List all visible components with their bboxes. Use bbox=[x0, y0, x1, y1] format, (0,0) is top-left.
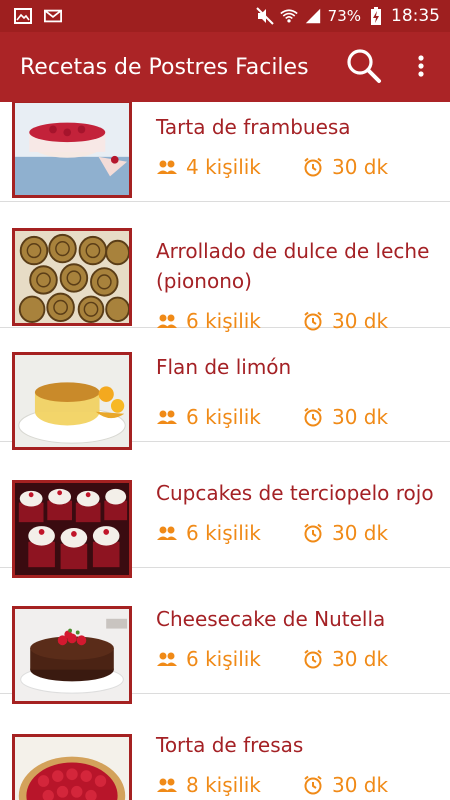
alarm-icon bbox=[302, 648, 324, 670]
servings-label: 8 kişilik bbox=[186, 773, 261, 797]
time-label: 30 dk bbox=[332, 521, 389, 545]
people-icon bbox=[156, 522, 178, 544]
prep-time: 30 dk bbox=[302, 647, 388, 671]
recipe-item[interactable]: Cupcakes de terciopelo rojo 6 kişilik 30… bbox=[0, 442, 450, 578]
recipe-item[interactable]: Cheesecake de Nutella 6 kişilik 30 dk bbox=[0, 568, 450, 704]
servings: 6 kişilik bbox=[156, 647, 261, 671]
people-icon bbox=[156, 406, 178, 428]
recipe-meta: 4 kişilik 30 dk bbox=[156, 152, 388, 182]
recipe-item[interactable]: Flan de limón 6 kişilik 30 dk bbox=[0, 328, 450, 450]
recipe-meta: 8 kişilik 30 dk bbox=[156, 770, 388, 800]
prep-time: 30 dk bbox=[302, 521, 388, 545]
time-label: 30 dk bbox=[332, 647, 389, 671]
more-vert-icon bbox=[417, 54, 425, 82]
search-icon bbox=[346, 48, 382, 88]
app-title: Recetas de Postres Faciles bbox=[20, 54, 309, 80]
recipe-meta: 6 kişilik 30 dk bbox=[156, 518, 388, 548]
time-label: 30 dk bbox=[332, 155, 389, 179]
wifi-icon bbox=[279, 8, 298, 24]
recipe-image bbox=[12, 352, 132, 450]
recipe-meta: 6 kişilik 30 dk bbox=[156, 402, 388, 432]
overflow-menu-button[interactable] bbox=[406, 48, 436, 88]
recipe-item[interactable]: Tarta de frambuesa 4 kişilik 30 dk bbox=[0, 102, 450, 202]
recipe-title: Cheesecake de Nutella bbox=[156, 607, 386, 631]
servings: 6 kişilik bbox=[156, 405, 261, 429]
servings-label: 6 kişilik bbox=[186, 647, 261, 671]
alarm-icon bbox=[302, 522, 324, 544]
people-icon bbox=[156, 774, 178, 796]
recipe-item[interactable]: Arrollado de dulce de leche (pionono) 6 … bbox=[0, 202, 450, 333]
prep-time: 30 dk bbox=[302, 773, 388, 797]
servings: 8 kişilik bbox=[156, 773, 261, 797]
recipe-image bbox=[12, 734, 132, 800]
alarm-icon bbox=[302, 406, 324, 428]
recipe-image bbox=[12, 606, 132, 704]
time-label: 30 dk bbox=[332, 405, 389, 429]
servings-label: 6 kişilik bbox=[186, 521, 261, 545]
recipe-title: Torta de fresas bbox=[156, 733, 304, 757]
servings-label: 6 kişilik bbox=[186, 405, 261, 429]
servings-label: 4 kişilik bbox=[186, 155, 261, 179]
recipe-image bbox=[12, 480, 132, 578]
status-bar: 73% 18:35 bbox=[0, 0, 450, 32]
recipe-title: Arrollado de dulce de leche (pionono) bbox=[156, 239, 430, 293]
alarm-icon bbox=[302, 774, 324, 796]
signal-icon bbox=[304, 8, 322, 24]
recipe-item[interactable]: Torta de fresas 8 kişilik 30 dk bbox=[0, 694, 450, 800]
recipe-meta: 6 kişilik 30 dk bbox=[156, 644, 388, 674]
recipe-list[interactable]: Tarta de frambuesa 4 kişilik 30 dk Arrol… bbox=[0, 102, 450, 800]
servings: 4 kişilik bbox=[156, 155, 261, 179]
battery-percent: 73% bbox=[327, 7, 361, 25]
time-label: 30 dk bbox=[332, 773, 389, 797]
recipe-image bbox=[12, 102, 132, 198]
prep-time: 30 dk bbox=[302, 155, 388, 179]
people-icon bbox=[156, 648, 178, 670]
recipe-title: Cupcakes de terciopelo rojo bbox=[156, 481, 434, 505]
search-button[interactable] bbox=[344, 48, 384, 88]
servings: 6 kişilik bbox=[156, 521, 261, 545]
people-icon bbox=[156, 156, 178, 178]
alarm-icon bbox=[302, 156, 324, 178]
prep-time: 30 dk bbox=[302, 405, 388, 429]
mail-icon bbox=[44, 8, 62, 24]
recipe-title: Flan de limón bbox=[156, 355, 292, 379]
recipe-image bbox=[12, 228, 132, 326]
clock: 18:35 bbox=[391, 6, 440, 26]
image-notification-icon bbox=[14, 8, 32, 24]
mute-icon bbox=[255, 7, 274, 25]
recipe-title: Tarta de frambuesa bbox=[156, 115, 351, 139]
battery-charging-icon bbox=[367, 7, 385, 25]
app-bar: Recetas de Postres Faciles bbox=[0, 32, 450, 102]
